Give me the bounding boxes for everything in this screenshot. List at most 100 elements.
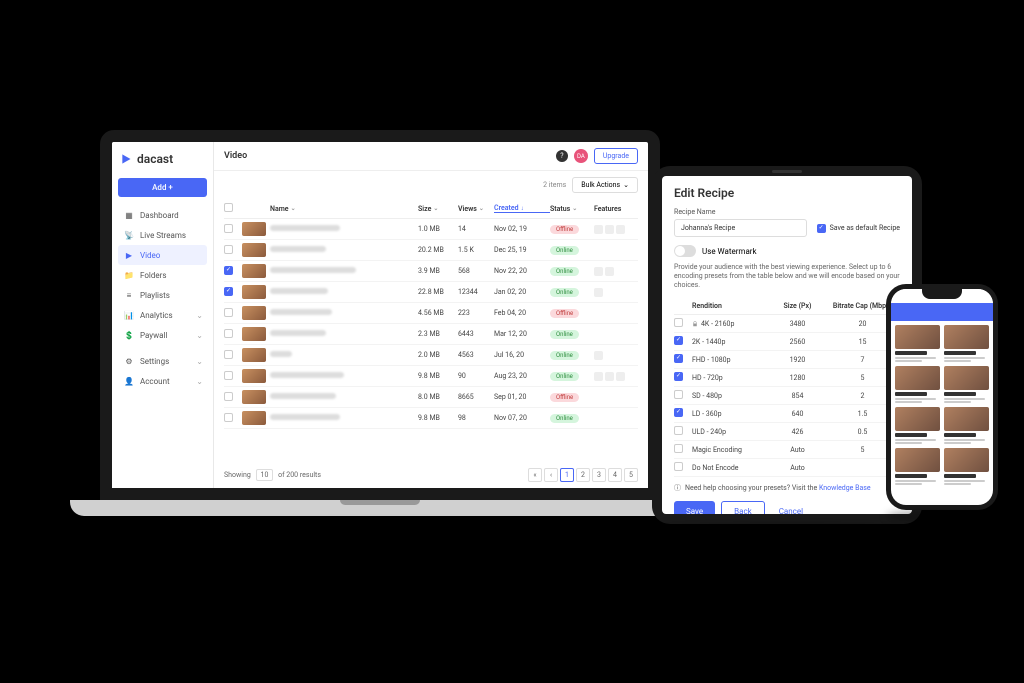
table-row[interactable]: 1.0 MB 14 Nov 02, 19 Offline <box>224 219 638 240</box>
preset-checkbox[interactable] <box>674 390 683 399</box>
content-card[interactable] <box>944 448 989 485</box>
select-all-checkbox[interactable] <box>224 203 233 212</box>
preset-checkbox[interactable] <box>674 462 683 471</box>
page-number[interactable]: 3 <box>592 468 606 482</box>
column-status[interactable]: Status⌄ <box>550 205 594 213</box>
table-row[interactable]: 4.56 MB 223 Feb 04, 20 Offline <box>224 303 638 324</box>
table-row[interactable]: 2.0 MB 4563 Jul 16, 20 Online <box>224 345 638 366</box>
nav-icon: ≡ <box>124 290 134 300</box>
row-checkbox[interactable] <box>224 245 233 254</box>
column-features: Features <box>594 205 638 213</box>
content-card[interactable] <box>895 448 940 485</box>
sidebar-item-paywall[interactable]: 💲Paywall⌄ <box>118 325 207 345</box>
cancel-button[interactable]: Cancel <box>771 501 811 514</box>
row-checkbox[interactable] <box>224 371 233 380</box>
avatar[interactable]: DA <box>574 149 588 163</box>
column-name[interactable]: Name⌄ <box>270 205 418 213</box>
back-button[interactable]: Back <box>721 501 765 514</box>
preset-checkbox[interactable] <box>674 426 683 435</box>
bulk-actions-button[interactable]: Bulk Actions ⌄ <box>572 177 638 193</box>
content-card[interactable] <box>895 366 940 403</box>
sidebar-item-label: Analytics <box>140 311 173 320</box>
row-checkbox[interactable] <box>224 350 233 359</box>
card-subtitle <box>944 439 985 441</box>
video-name <box>270 351 292 357</box>
card-subtitle <box>895 439 936 441</box>
sidebar-item-folders[interactable]: 📁Folders <box>118 265 207 285</box>
upgrade-button[interactable]: Upgrade <box>594 148 638 164</box>
cell-size: 3.9 MB <box>418 267 458 275</box>
sidebar-item-analytics[interactable]: 📊Analytics⌄ <box>118 305 207 325</box>
content-card[interactable] <box>944 366 989 403</box>
sidebar-item-playlists[interactable]: ≡Playlists <box>118 285 207 305</box>
recipe-name-input[interactable] <box>674 219 807 237</box>
feature-icon <box>594 288 603 297</box>
preset-name: 2K - 1440p <box>692 338 770 346</box>
page-number[interactable]: 4 <box>608 468 622 482</box>
table-row[interactable]: 8.0 MB 8665 Sep 01, 20 Offline <box>224 387 638 408</box>
page-prev[interactable]: « <box>528 468 542 482</box>
table-row[interactable]: 2.3 MB 6443 Mar 12, 20 Online <box>224 324 638 345</box>
row-checkbox[interactable] <box>224 329 233 338</box>
help-icon[interactable]: ? <box>556 150 568 162</box>
preset-checkbox[interactable] <box>674 408 683 417</box>
cell-size: 9.8 MB <box>418 372 458 380</box>
table-row[interactable]: 22.8 MB 12344 Jan 02, 20 Online <box>224 282 638 303</box>
watermark-label: Use Watermark <box>702 247 757 256</box>
tablet-device: Edit Recipe Recipe Name Save as default … <box>652 166 922 524</box>
content-card[interactable] <box>944 407 989 444</box>
watermark-toggle[interactable] <box>674 245 696 257</box>
preset-checkbox[interactable] <box>674 336 683 345</box>
cell-size: 2.0 MB <box>418 351 458 359</box>
preset-size: Auto <box>770 464 825 472</box>
content-card[interactable] <box>895 407 940 444</box>
table-row[interactable]: 20.2 MB 1.5 K Dec 25, 19 Online <box>224 240 638 261</box>
preset-checkbox[interactable] <box>674 444 683 453</box>
column-views[interactable]: Views⌄ <box>458 205 494 213</box>
page-prev[interactable]: ‹ <box>544 468 558 482</box>
sidebar-item-label: Live Streams <box>140 231 186 240</box>
preset-checkbox[interactable] <box>674 354 683 363</box>
table-row[interactable]: 9.8 MB 98 Nov 07, 20 Online <box>224 408 638 429</box>
sidebar-item-live-streams[interactable]: 📡Live Streams <box>118 225 207 245</box>
nav-icon: 💲 <box>124 330 134 340</box>
table-row[interactable]: 3.9 MB 568 Nov 22, 20 Online <box>224 261 638 282</box>
table-row[interactable]: 9.8 MB 90 Aug 23, 20 Online <box>224 366 638 387</box>
sidebar-item-settings[interactable]: ⚙ Settings ⌄ <box>118 351 207 371</box>
sidebar-item-account[interactable]: 👤 Account ⌄ <box>118 371 207 391</box>
row-checkbox[interactable] <box>224 266 233 275</box>
content-card[interactable] <box>895 325 940 362</box>
row-checkbox[interactable] <box>224 392 233 401</box>
feature-icon <box>594 351 603 360</box>
feature-icon <box>605 372 614 381</box>
default-recipe-checkbox[interactable]: Save as default Recipe <box>817 224 900 233</box>
save-button[interactable]: Save <box>674 501 715 514</box>
cell-size: 8.0 MB <box>418 393 458 401</box>
status-badge: Offline <box>550 309 579 318</box>
sidebar-item-video[interactable]: ▶Video <box>118 245 207 265</box>
row-checkbox[interactable] <box>224 224 233 233</box>
per-page-select[interactable]: 10 <box>256 469 274 481</box>
knowledge-base-link[interactable]: Knowledge Base <box>819 484 871 492</box>
sidebar-item-label: Paywall <box>140 331 167 340</box>
column-size[interactable]: Size⌄ <box>418 205 458 213</box>
row-checkbox[interactable] <box>224 287 233 296</box>
card-subtitle <box>944 360 971 362</box>
video-name <box>270 309 332 315</box>
page-number[interactable]: 1 <box>560 468 574 482</box>
dacast-logo-icon <box>120 152 134 166</box>
preset-size: 3480 <box>770 320 825 328</box>
cell-created: Mar 12, 20 <box>494 330 550 338</box>
preset-checkbox[interactable] <box>674 372 683 381</box>
row-checkbox[interactable] <box>224 308 233 317</box>
page-number[interactable]: 2 <box>576 468 590 482</box>
preset-checkbox[interactable] <box>674 318 683 327</box>
page-number[interactable]: 5 <box>624 468 638 482</box>
cell-views: 8665 <box>458 393 494 401</box>
card-thumbnail <box>895 448 940 472</box>
column-created[interactable]: Created↓ <box>494 204 550 213</box>
add-button[interactable]: Add + <box>118 178 207 197</box>
sidebar-item-dashboard[interactable]: ▦Dashboard <box>118 205 207 225</box>
row-checkbox[interactable] <box>224 413 233 422</box>
content-card[interactable] <box>944 325 989 362</box>
